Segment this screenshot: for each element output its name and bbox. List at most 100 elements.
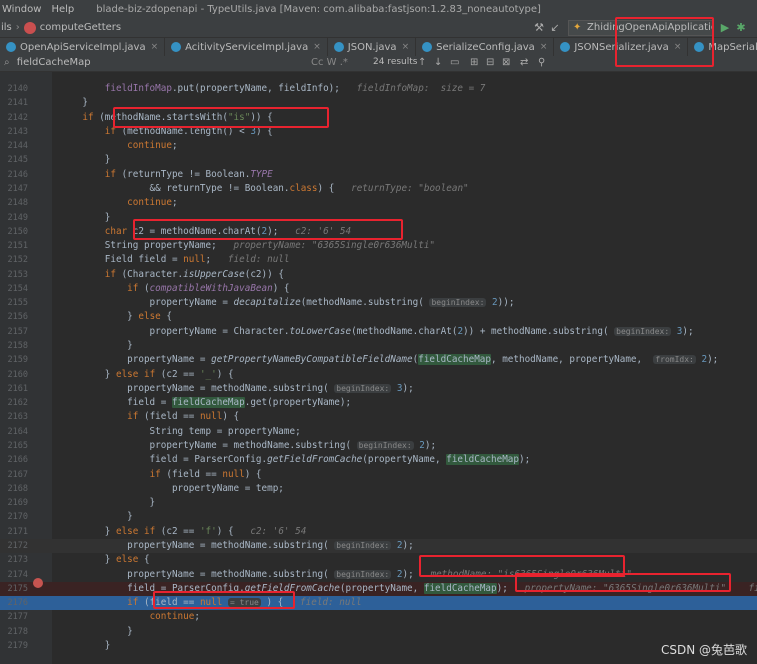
select-all-icon[interactable]: ▭: [450, 57, 459, 68]
line-number: 2146: [7, 169, 28, 180]
line-number: 2174: [7, 569, 28, 580]
code-text: Field field = null; field: null: [60, 254, 290, 266]
code-line[interactable]: 2153 if (Character.isUpperCase(c2)) {: [0, 268, 757, 282]
line-number: 2143: [7, 126, 28, 137]
replace-icon[interactable]: ⇄: [520, 57, 528, 68]
code-line[interactable]: 2165 propertyName = methodName.substring…: [0, 439, 757, 453]
tab-acitivityserviceimpl-java[interactable]: AcitivityServiceImpl.java ×: [165, 38, 328, 56]
tab-label: OpenApiServiceImpl.java: [20, 41, 146, 53]
code-line[interactable]: 2168 propertyName = temp;: [0, 482, 757, 496]
toggle-selection-icon[interactable]: ⊠: [502, 57, 510, 68]
code-text: if (compatibleWithJavaBean) {: [127, 282, 290, 294]
hammer-icon[interactable]: ⚒: [532, 21, 546, 35]
code-text: }: [60, 340, 133, 352]
tab-openapiserviceimpl-java[interactable]: OpenApiServiceImpl.java ×: [0, 38, 166, 56]
line-number: 2161: [7, 383, 28, 394]
menu-help[interactable]: Help: [51, 4, 74, 15]
line-number: 2165: [7, 441, 28, 451]
find-query: fieldCacheMap: [16, 57, 91, 68]
close-tab-icon[interactable]: ×: [151, 42, 159, 52]
code-text: propertyName = methodName.substring( beg…: [60, 539, 414, 551]
code-line[interactable]: 2172 propertyName = methodName.substring…: [0, 538, 757, 553]
close-tab-icon[interactable]: ×: [313, 42, 321, 52]
line-number: 2141: [7, 98, 28, 109]
code-line[interactable]: 2179 }: [0, 639, 757, 653]
code-line[interactable]: 2171 } else if (c2 == 'f') { c2: '6' 54: [0, 525, 757, 539]
close-tab-icon[interactable]: ×: [402, 42, 410, 52]
code-line[interactable]: 2154 if (compatibleWithJavaBean) {: [0, 282, 757, 296]
line-number: 2170: [7, 512, 28, 523]
line-number: 2173: [7, 555, 28, 566]
breadcrumb-method[interactable]: computeGetters: [40, 22, 121, 33]
add-selection-icon[interactable]: ⊞: [470, 57, 478, 68]
remove-selection-icon[interactable]: ⊟: [486, 57, 494, 68]
code-line[interactable]: 2173 } else {: [0, 553, 757, 567]
code-line[interactable]: 2152 Field field = null; field: null: [0, 253, 757, 267]
code-line[interactable]: 2140 fieldInfoMap.put(propertyName, fiel…: [0, 82, 757, 96]
code-line[interactable]: 2147 && returnType != Boolean.class) { r…: [0, 182, 757, 196]
tab-label: SerializeConfig.java: [436, 41, 535, 53]
class-file-icon: [333, 42, 344, 52]
back-icon[interactable]: ↙: [548, 21, 562, 35]
code-line[interactable]: 2163 if (field == null) {: [0, 410, 757, 424]
code-text: }: [60, 625, 133, 637]
code-line[interactable]: 2146 if (returnType != Boolean.TYPE: [0, 168, 757, 182]
menu-bar: Window Help blade-biz-zdopenapi - TypeUt…: [0, 0, 757, 18]
code-text: if (field == null) {: [149, 468, 262, 480]
code-line[interactable]: 2170 }: [0, 510, 757, 524]
chevron-right-icon: ›: [15, 22, 20, 33]
code-line[interactable]: 2158 }: [0, 339, 757, 353]
code-line[interactable]: 2177 continue;: [0, 610, 757, 624]
code-line[interactable]: 2148 continue;: [0, 196, 757, 210]
code-line[interactable]: 2145 }: [0, 153, 757, 167]
line-number: 2150: [7, 226, 28, 237]
breadcrumb-package[interactable]: ils: [1, 22, 12, 33]
code-line[interactable]: 2169 }: [0, 496, 757, 510]
breakpoint-icon[interactable]: [33, 578, 43, 588]
code-text: field = ParserConfig.getFieldFromCache(p…: [60, 454, 531, 466]
code-text: propertyName = decapitalize(methodName.s…: [60, 297, 515, 309]
code-text: continue;: [149, 611, 200, 623]
highlight-box-char-at: [133, 219, 403, 240]
run-icon[interactable]: ▶: [718, 21, 732, 35]
line-number: 2153: [7, 269, 28, 280]
filter-icon[interactable]: ⚲: [538, 57, 545, 68]
code-line[interactable]: 2151 String propertyName; propertyName: …: [0, 239, 757, 253]
code-line[interactable]: 2178 }: [0, 625, 757, 639]
menu-window[interactable]: Window: [2, 4, 41, 15]
previous-occurrence-icon[interactable]: ↑: [418, 57, 426, 68]
code-line[interactable]: 2162 field = fieldCacheMap.get(propertyN…: [0, 396, 757, 410]
code-line[interactable]: 2176 if (field == null = true ) { field:…: [0, 596, 757, 611]
code-text: && returnType != Boolean.class) { return…: [60, 182, 469, 194]
class-file-icon: [6, 42, 16, 52]
code-line[interactable]: 2161 propertyName = methodName.substring…: [0, 382, 757, 396]
debug-icon[interactable]: ✱: [734, 21, 748, 35]
close-tab-icon[interactable]: ×: [540, 42, 548, 52]
find-input[interactable]: ⌕ fieldCacheMap: [4, 57, 304, 71]
code-text: } else {: [60, 311, 172, 323]
code-text: }: [60, 511, 133, 523]
line-number: 2159: [7, 355, 28, 366]
code-line[interactable]: 2164 String temp = propertyName;: [0, 425, 757, 439]
line-number: 2148: [7, 198, 28, 209]
code-line[interactable]: 2144 continue;: [0, 139, 757, 153]
code-line[interactable]: 2155 propertyName = decapitalize(methodN…: [0, 296, 757, 310]
code-line[interactable]: 2156 } else {: [0, 310, 757, 324]
tab-serializeconfig-java[interactable]: SerializeConfig.java ×: [416, 38, 555, 56]
spring-icon: ✦: [573, 22, 582, 33]
line-number: 2145: [7, 155, 28, 166]
code-text: }: [60, 497, 156, 509]
code-line[interactable]: 2166 field = ParserConfig.getFieldFromCa…: [0, 453, 757, 467]
tab-json-java[interactable]: JSON.java ×: [328, 38, 417, 56]
line-number: 2140: [7, 84, 28, 94]
code-line[interactable]: 2159 propertyName = getPropertyNameByCom…: [0, 353, 757, 367]
code-text: if (field == null) {: [127, 411, 240, 423]
next-occurrence-icon[interactable]: ↓: [434, 57, 442, 68]
code-line[interactable]: 2167 if (field == null) {: [0, 468, 757, 482]
code-line[interactable]: 2160 } else if (c2 == '_') {: [0, 368, 757, 382]
code-line[interactable]: 2157 propertyName = Character.toLowerCas…: [0, 325, 757, 339]
line-number: 2177: [7, 612, 28, 623]
find-options[interactable]: Cc W .*: [311, 57, 348, 68]
line-number: 2147: [7, 183, 28, 194]
line-number: 2163: [7, 412, 28, 423]
